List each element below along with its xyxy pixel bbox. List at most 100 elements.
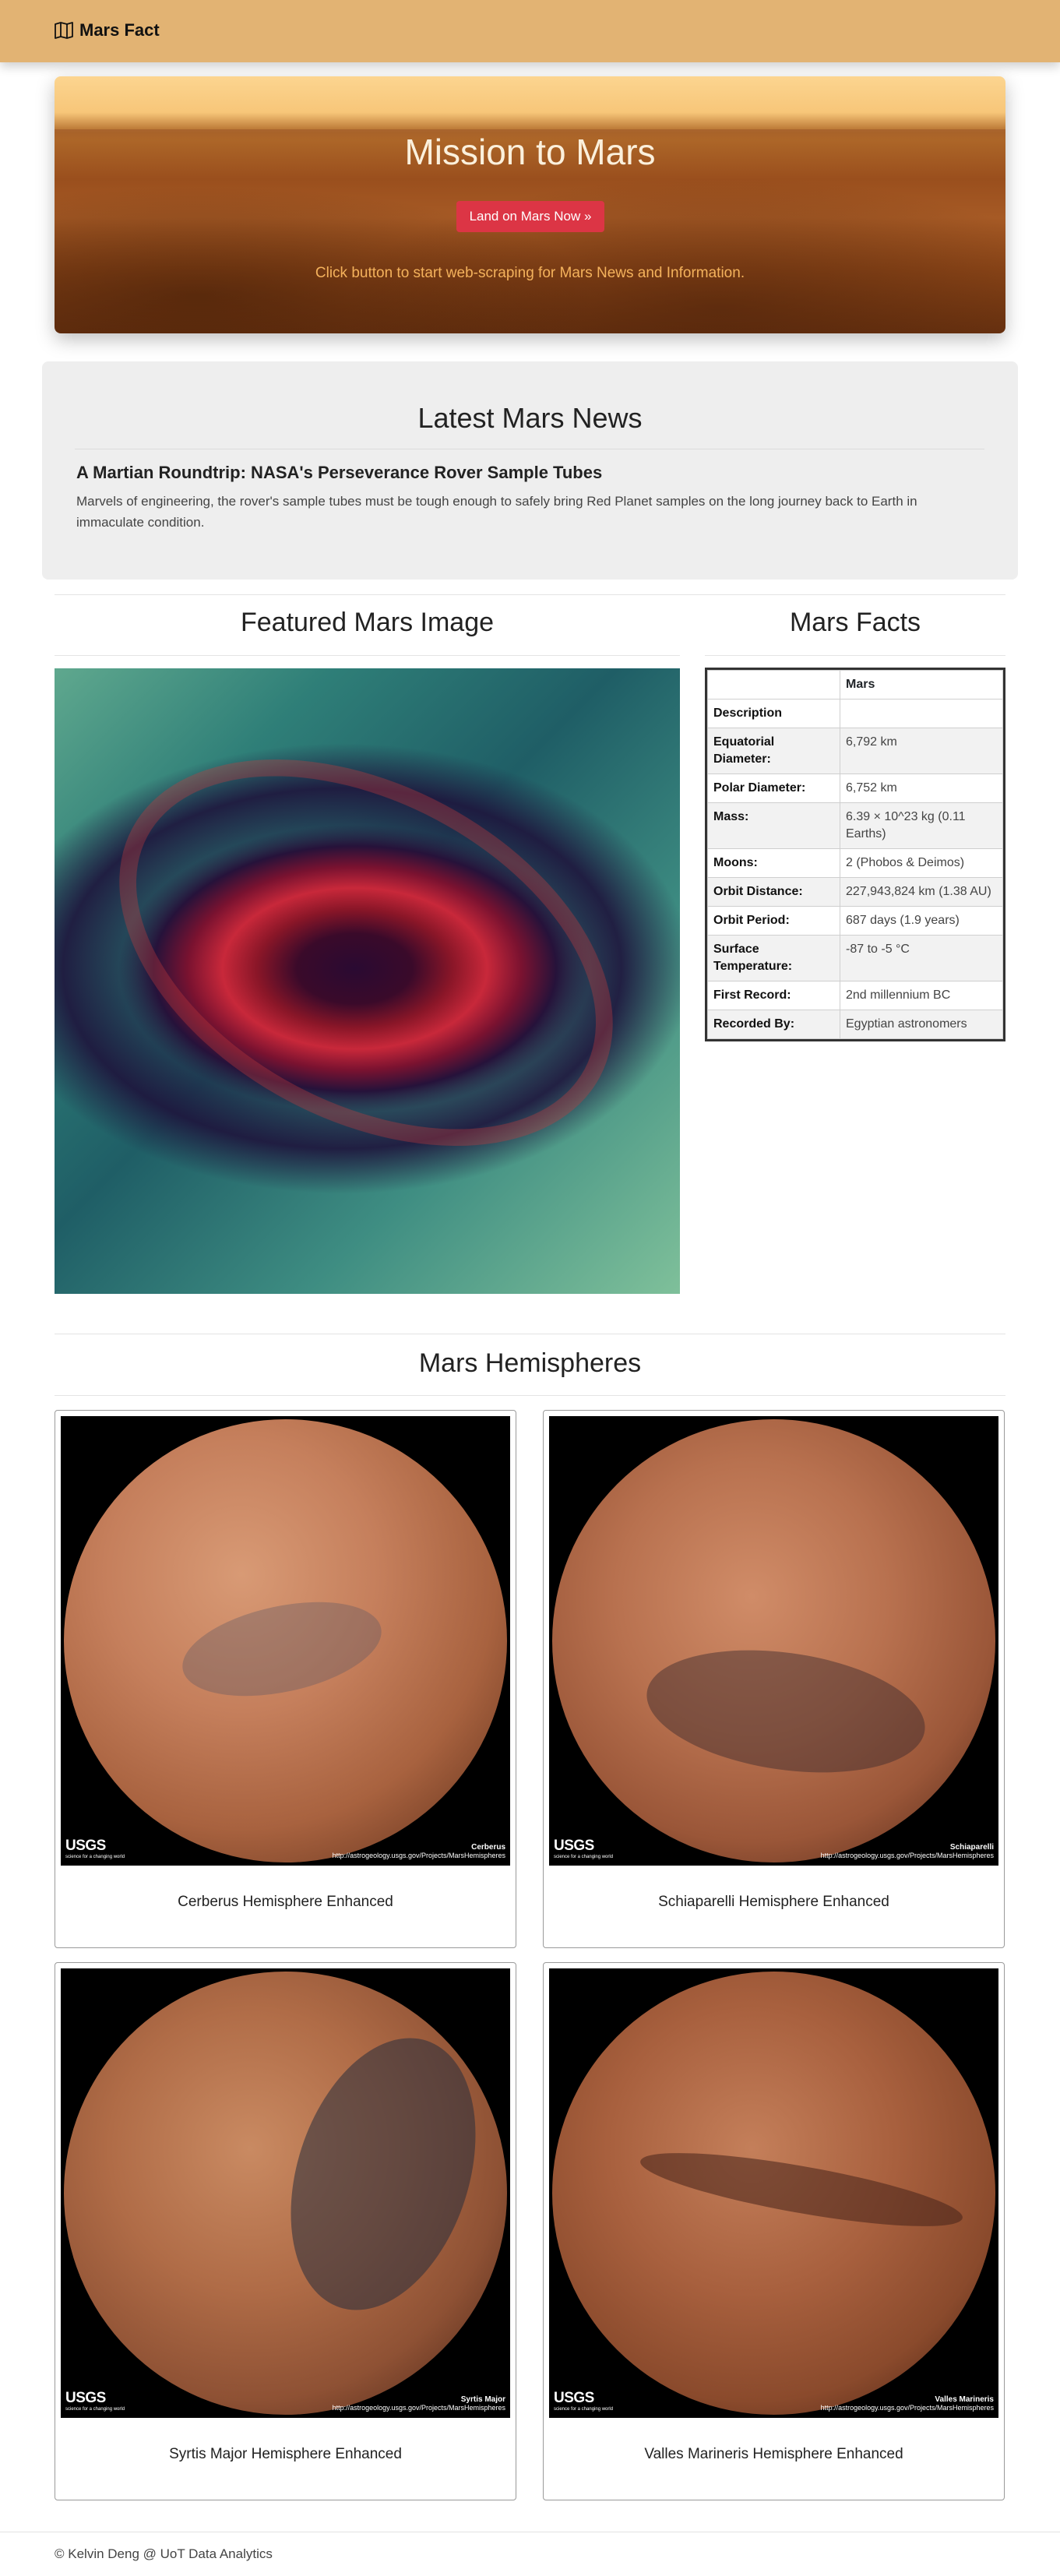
hemisphere-caption[interactable]: Syrtis Major Hemisphere Enhanced (55, 2446, 516, 2463)
news-title: A Martian Roundtrip: NASA's Perseverance… (76, 463, 603, 482)
table-row: Polar Diameter: 6,752 km (707, 774, 1003, 803)
featured-divider (55, 655, 680, 656)
table-header-mars: Mars (840, 670, 1003, 700)
credit-url: http://astrogeology.usgs.gov/Projects/Ma… (820, 1852, 994, 1859)
table-row: Moons: 2 (Phobos & Deimos) (707, 848, 1003, 878)
mars-globe (552, 1419, 995, 1862)
fact-label: Surface Temperature: (707, 935, 840, 981)
image-credit: Valles Marineris http://astrogeology.usgs… (821, 2395, 994, 2412)
fact-label: Equatorial Diameter: (707, 728, 840, 774)
hero-title: Mission to Mars (404, 132, 656, 172)
fact-value: 6,792 km (840, 728, 1003, 774)
hero-subtitle: Click button to start web-scraping for M… (315, 265, 745, 281)
fact-label: Orbit Distance: (707, 877, 840, 907)
section-divider (55, 594, 1005, 595)
map-icon (55, 22, 73, 39)
facts-divider (705, 655, 1005, 656)
news-paragraph: Marvels of engineering, the rover's samp… (76, 494, 917, 530)
image-label: Schiaparelli (949, 1843, 994, 1852)
navbar: Mars Fact (0, 0, 1060, 62)
hemispheres-divider (55, 1395, 1005, 1396)
image-credit: Schiaparelli http://astrogeology.usgs.gov… (821, 1843, 994, 1859)
hemisphere-image[interactable]: USGS science for a changing world Schiapa… (549, 1416, 998, 1866)
hemisphere-caption[interactable]: Valles Marineris Hemisphere Enhanced (544, 2446, 1004, 2463)
hemisphere-image[interactable]: USGS science for a changing world Syrtis … (61, 1968, 510, 2418)
usgs-logo-text: USGS (65, 2390, 106, 2406)
usgs-logo: USGS science for a changing world (65, 1838, 125, 1859)
facts-table-wrapper: Mars Description Equatorial Diameter: 6,7… (705, 668, 1005, 1041)
fact-value: Egyptian astronomers (840, 1010, 1003, 1039)
hemisphere-card-schiaparelli[interactable]: USGS science for a changing world Schiapa… (543, 1410, 1005, 1948)
footer: © Kelvin Deng @ UoT Data Analytics (0, 2532, 1060, 2576)
storm-swirl (55, 680, 679, 1225)
news-heading: Latest Mars News (417, 402, 643, 434)
featured-image[interactable] (55, 668, 680, 1294)
fact-value: 687 days (1.9 years) (840, 906, 1003, 936)
image-label: Syrtis Major (460, 2395, 505, 2404)
credit-url: http://astrogeology.usgs.gov/Projects/Ma… (332, 1852, 505, 1859)
fact-label: First Record: (707, 981, 840, 1010)
surface-feature (258, 2014, 509, 2335)
image-label: Valles Marineris (935, 2395, 994, 2404)
fact-label: Recorded By: (707, 1010, 840, 1039)
table-row: Orbit Period: 687 days (1.9 years) (707, 906, 1003, 936)
fact-value: 6.39 × 10^23 kg (0.11 Earths) (840, 802, 1003, 849)
table-row: Surface Temperature: -87 to -5 °C (707, 935, 1003, 981)
hemisphere-caption[interactable]: Cerberus Hemisphere Enhanced (55, 1894, 516, 1911)
fact-label: Moons: (707, 848, 840, 878)
table-row: Orbit Distance: 227,943,824 km (1.38 AU) (707, 877, 1003, 907)
fact-value: -87 to -5 °C (840, 935, 1003, 981)
credit-url: http://astrogeology.usgs.gov/Projects/Ma… (332, 2404, 505, 2412)
fact-value: 2 (Phobos & Deimos) (840, 848, 1003, 878)
surface-feature (174, 1586, 390, 1712)
fact-value: 6,752 km (840, 774, 1003, 803)
hemisphere-caption[interactable]: Schiaparelli Hemisphere Enhanced (544, 1894, 1004, 1911)
usgs-tagline: science for a changing world (65, 1855, 125, 1859)
table-header-empty (707, 670, 840, 700)
image-label: Cerberus (471, 1843, 505, 1852)
mars-globe (64, 1419, 507, 1862)
hemisphere-card-cerberus[interactable]: USGS science for a changing world Cerberu… (55, 1410, 516, 1948)
fact-label: Orbit Period: (707, 906, 840, 936)
table-row: Description (707, 699, 1003, 728)
fact-value: 227,943,824 km (1.38 AU) (840, 877, 1003, 907)
usgs-tagline: science for a changing world (554, 2407, 614, 2412)
image-credit: Syrtis Major http://astrogeology.usgs.gov… (333, 2395, 505, 2412)
news-panel: Latest Mars News A Martian Roundtrip: NA… (42, 361, 1018, 580)
usgs-tagline: science for a changing world (65, 2407, 125, 2412)
mars-globe (552, 1972, 995, 2415)
featured-heading: Featured Mars Image (240, 608, 495, 637)
usgs-logo-text: USGS (554, 1838, 594, 1854)
table-row: Equatorial Diameter: 6,792 km (707, 728, 1003, 774)
facts-heading: Mars Facts (789, 608, 921, 637)
surface-feature (639, 1633, 933, 1789)
table-row: Mass: 6.39 × 10^23 kg (0.11 Earths) (707, 802, 1003, 849)
usgs-logo-text: USGS (554, 2390, 594, 2406)
fact-label: Polar Diameter: (707, 774, 840, 803)
surface-feature (636, 2137, 967, 2242)
usgs-logo: USGS science for a changing world (554, 2390, 613, 2412)
hemisphere-card-syrtis-major[interactable]: USGS science for a changing world Syrtis … (55, 1962, 516, 2500)
usgs-logo-text: USGS (65, 1838, 106, 1854)
fact-label: Description (707, 699, 840, 728)
image-credit: Cerberus http://astrogeology.usgs.gov/Pro… (333, 1843, 505, 1859)
footer-text: © Kelvin Deng @ UoT Data Analytics (55, 2546, 273, 2561)
table-row: First Record: 2nd millennium BC (707, 981, 1003, 1010)
brand-label: Mars Fact (79, 20, 160, 40)
hemisphere-image[interactable]: USGS science for a changing world Valles … (549, 1968, 998, 2418)
hemispheres-heading: Mars Hemispheres (418, 1348, 642, 1378)
table-header-row: Mars (707, 670, 1003, 700)
usgs-logo: USGS science for a changing world (65, 2390, 125, 2412)
scrape-button[interactable]: Land on Mars Now » (456, 201, 604, 232)
usgs-tagline: science for a changing world (554, 1855, 614, 1859)
hemisphere-image[interactable]: USGS science for a changing world Cerberu… (61, 1416, 510, 1866)
table-row: Recorded By: Egyptian astronomers (707, 1010, 1003, 1039)
usgs-logo: USGS science for a changing world (554, 1838, 613, 1859)
mars-globe (64, 1972, 509, 2415)
hero-banner: Mission to Mars Land on Mars Now » Click… (55, 76, 1005, 333)
credit-url: http://astrogeology.usgs.gov/Projects/Ma… (820, 2404, 994, 2412)
brand-link[interactable]: Mars Fact (55, 20, 160, 41)
facts-table: Mars Description Equatorial Diameter: 6,7… (707, 670, 1003, 1039)
hemisphere-card-valles-marineris[interactable]: USGS science for a changing world Valles … (543, 1962, 1005, 2500)
fact-label: Mass: (707, 802, 840, 849)
